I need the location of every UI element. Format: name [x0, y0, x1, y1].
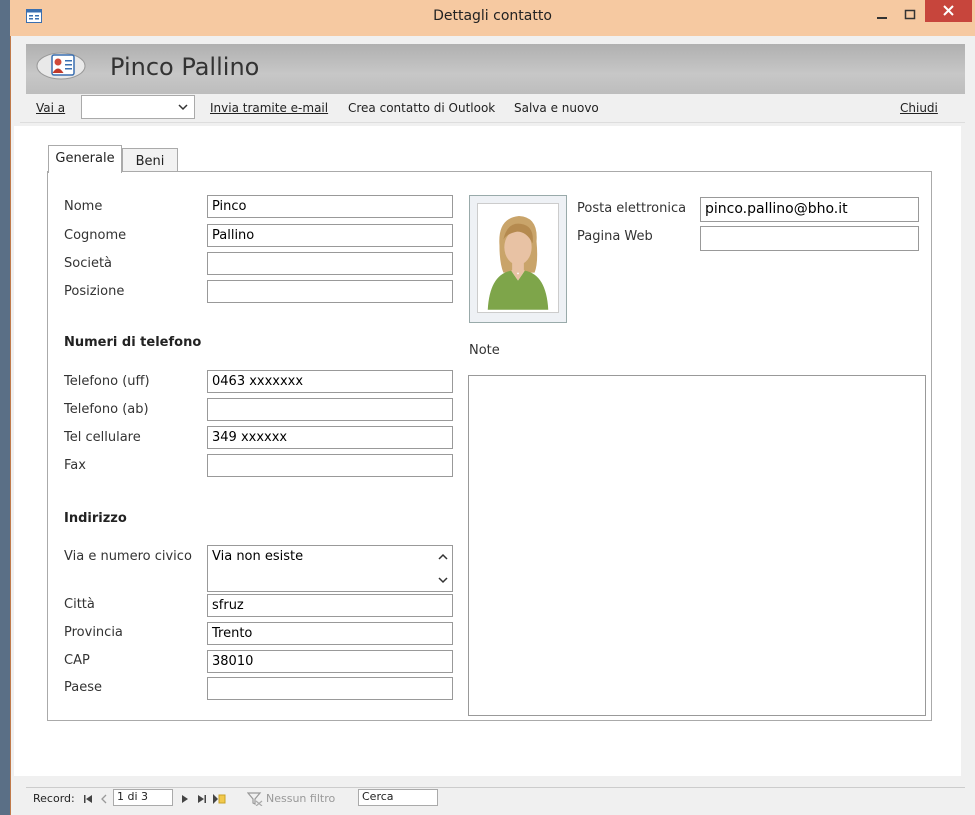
nome-field[interactable]: Pinco [207, 195, 453, 218]
fax-field[interactable] [207, 454, 453, 477]
nome-label: Nome [64, 199, 103, 214]
current-record-field[interactable]: 1 di 3 [113, 789, 173, 806]
posizione-label: Posizione [64, 284, 125, 299]
street-label: Via e numero civico [64, 549, 192, 564]
mobile-field[interactable]: 349 xxxxxx [207, 426, 453, 449]
last-record-icon[interactable] [196, 794, 208, 804]
contact-name-heading: Pinco Pallino [110, 53, 260, 81]
address-section-heading: Indirizzo [64, 511, 127, 526]
phone-home-field[interactable] [207, 398, 453, 421]
filter-icon[interactable] [247, 792, 263, 806]
cap-label: CAP [64, 653, 90, 668]
person-avatar-icon [477, 203, 559, 313]
new-record-icon[interactable] [212, 793, 226, 805]
tab-beni-label: Beni [135, 154, 165, 169]
phone-home-label: Telefono (ab) [64, 402, 149, 417]
phones-section-heading: Numeri di telefono [64, 335, 202, 350]
web-page-label: Pagina Web [577, 229, 653, 244]
tab-beni[interactable]: Beni [122, 148, 178, 172]
minimize-button[interactable] [868, 6, 896, 26]
street-field[interactable]: Via non esiste [207, 545, 453, 592]
country-label: Paese [64, 680, 102, 695]
send-email-link[interactable]: Invia tramite e-mail [210, 101, 328, 115]
tab-generale-label: Generale [55, 151, 115, 166]
window-title: Dettagli contatto [433, 8, 552, 24]
email-label: Posta elettronica [577, 201, 687, 216]
cognome-label: Cognome [64, 228, 127, 243]
city-label: Città [64, 597, 95, 612]
tab-generale[interactable]: Generale [48, 145, 122, 173]
fax-label: Fax [64, 458, 86, 473]
mobile-label: Tel cellulare [64, 430, 141, 445]
contact-card-icon [36, 52, 86, 80]
province-label: Provincia [64, 625, 123, 640]
record-label: Record: [33, 792, 75, 805]
street-scrollbar[interactable] [436, 549, 450, 589]
search-input[interactable]: Cerca [358, 789, 438, 806]
next-record-icon[interactable] [180, 794, 190, 804]
maximize-button[interactable] [896, 6, 924, 26]
country-field[interactable] [207, 677, 453, 700]
email-field[interactable]: pinco.pallino@bho.it [700, 197, 919, 222]
notes-textarea[interactable] [468, 375, 926, 716]
goto-label-text: Vai a [36, 101, 66, 115]
cognome-field[interactable]: Pallino [207, 224, 453, 247]
notes-label: Note [469, 343, 500, 358]
societa-label: Società [64, 256, 113, 271]
close-link[interactable]: Chiudi [900, 101, 938, 115]
filter-status-label[interactable]: Nessun filtro [266, 792, 335, 805]
city-field[interactable]: sfruz [207, 594, 453, 617]
chevron-down-icon[interactable] [173, 96, 193, 118]
phone-office-field[interactable]: 0463 xxxxxxx [207, 370, 453, 393]
posizione-field[interactable] [207, 280, 453, 303]
phone-office-label: Telefono (uff) [64, 374, 150, 389]
goto-label: Vai a [36, 101, 65, 115]
close-window-button[interactable] [925, 0, 972, 22]
close-icon [943, 5, 954, 16]
background-desktop [0, 0, 10, 815]
province-field[interactable]: Trento [207, 622, 453, 645]
street-field-text: Via non esiste [212, 549, 304, 564]
societa-field[interactable] [207, 252, 453, 275]
first-record-icon[interactable] [82, 794, 94, 804]
cap-field[interactable]: 38010 [207, 650, 453, 673]
web-page-field[interactable] [700, 226, 919, 251]
save-and-new-link[interactable]: Salva e nuovo [514, 101, 599, 115]
previous-record-icon[interactable] [99, 794, 109, 804]
create-outlook-contact-link[interactable]: Crea contatto di Outlook [348, 101, 495, 115]
